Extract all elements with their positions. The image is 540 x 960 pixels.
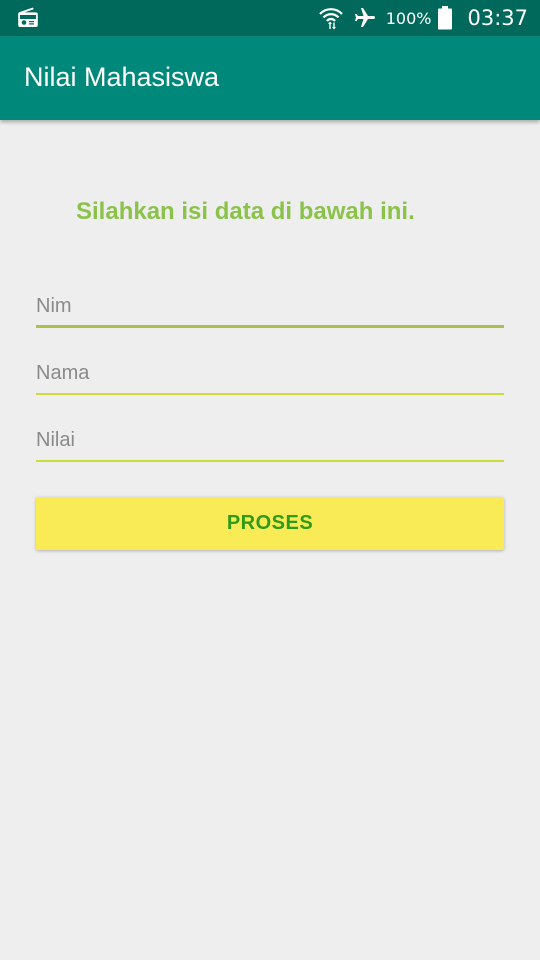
- clock: 03:37: [467, 6, 528, 30]
- status-bar: 100% 03:37: [0, 0, 540, 36]
- airplane-icon: [352, 5, 378, 31]
- radio-icon: [16, 6, 40, 30]
- nim-field[interactable]: [36, 288, 504, 328]
- app-bar: Nilai Mahasiswa: [0, 36, 540, 120]
- proses-button[interactable]: PROSES: [36, 497, 504, 550]
- instruction-text: Silahkan isi data di bawah ini.: [76, 198, 415, 225]
- battery-icon: [437, 5, 453, 31]
- nim-input[interactable]: [36, 288, 504, 324]
- nama-underline: [36, 393, 504, 395]
- battery-percentage: 100%: [385, 8, 432, 28]
- nilai-underline: [36, 460, 504, 462]
- nilai-field[interactable]: [36, 422, 504, 462]
- wifi-icon: [318, 5, 344, 31]
- nama-input[interactable]: [36, 355, 504, 391]
- nilai-input[interactable]: [36, 422, 504, 458]
- nama-field[interactable]: [36, 355, 504, 395]
- nim-underline: [36, 325, 504, 328]
- page-title: Nilai Mahasiswa: [24, 62, 220, 92]
- status-icons: 100% 03:37: [318, 0, 528, 36]
